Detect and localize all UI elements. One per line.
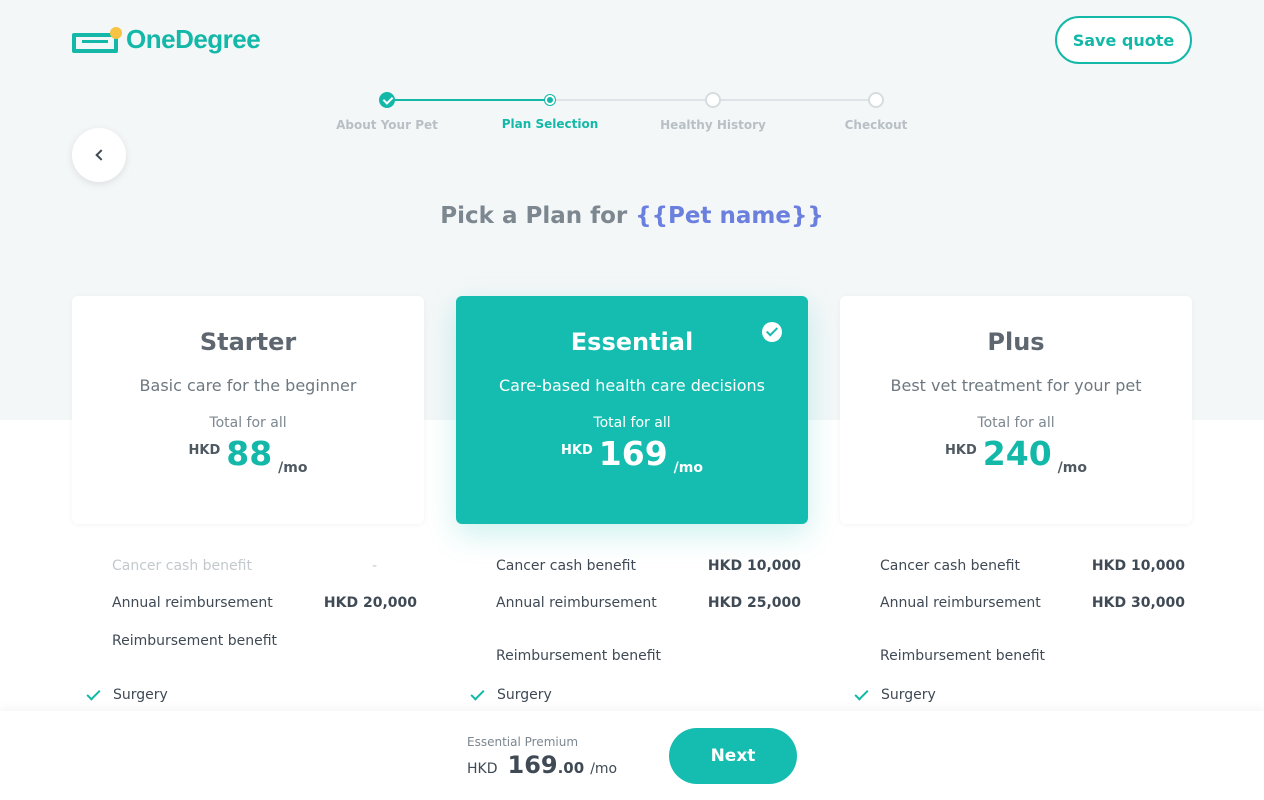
check-icon [854, 685, 869, 701]
step-done-check-icon [379, 92, 395, 108]
plan-period: /mo [1057, 460, 1087, 476]
step-label: About Your Pet [336, 118, 438, 132]
benefit-item-label: Surgery [497, 687, 552, 703]
step-about-your-pet[interactable]: About Your Pet [312, 90, 462, 132]
plan-amount: 88 [226, 434, 273, 473]
step-pending-circle-icon [705, 92, 721, 108]
brand-name: OneDegree [126, 24, 261, 54]
check-icon [86, 685, 101, 701]
plan-card-starter[interactable]: Starter Basic care for the beginner Tota… [72, 296, 424, 524]
benefit-label: Annual reimbursement [496, 595, 657, 611]
premium-label: Essential Premium [467, 735, 579, 749]
plan-amount: 169 [598, 434, 668, 473]
plan-name: Plus [987, 328, 1045, 356]
step-pending-circle-icon [868, 92, 884, 108]
next-button[interactable]: Next [669, 728, 797, 784]
benefit-annual-reimbursement: Annual reimbursement HKD 25,000 [496, 595, 801, 611]
benefit-item-label: Surgery [881, 687, 936, 703]
step-label: Healthy History [660, 118, 766, 132]
back-button[interactable] [72, 128, 126, 182]
benefit-label: Annual reimbursement [112, 595, 273, 611]
plan-card-essential[interactable]: Essential Care-based health care decisio… [456, 296, 808, 524]
pet-name-placeholder: {{Pet name}} [635, 203, 824, 229]
benefit-value: HKD 30,000 [1091, 595, 1185, 611]
benefit-item-surgery: Surgery [84, 685, 168, 703]
plan-price: HKD 240 /mo [840, 434, 1192, 476]
benefit-item-label: Surgery [113, 687, 168, 703]
benefit-label: Cancer cash benefit [496, 558, 636, 574]
plan-period: /mo [278, 460, 308, 476]
plan-currency: HKD [188, 443, 221, 458]
step-active-dot-icon [545, 95, 555, 105]
plan-name: Essential [570, 328, 694, 356]
plan-price: HKD 169 /mo [456, 434, 808, 476]
brand-logo[interactable]: OneDegree [72, 24, 261, 55]
premium-decimal: .00 [557, 759, 585, 777]
step-healthy-history[interactable]: Healthy History [638, 90, 788, 132]
plan-period: /mo [673, 460, 703, 476]
plan-description: Care-based health care decisions [499, 376, 765, 395]
benefit-reimbursement-heading: Reimbursement benefit [880, 648, 1046, 664]
plan-name: Starter [199, 328, 297, 356]
plan-card-plus[interactable]: Plus Best vet treatment for your pet Tot… [840, 296, 1192, 524]
premium-currency: HKD [467, 761, 498, 777]
plan-description: Best vet treatment for your pet [890, 376, 1142, 395]
plan-total-label: Total for all [977, 415, 1055, 431]
plan-total-label: Total for all [209, 415, 287, 431]
premium-integer: 169 [507, 751, 558, 779]
premium-amount: HKD 169 .00 /mo [467, 751, 617, 779]
benefit-label: Cancer cash benefit [880, 558, 1020, 574]
page-title-prefix: Pick a Plan for [440, 203, 628, 229]
onedegree-logo-icon [72, 26, 122, 53]
page-title: Pick a Plan for {{Pet name}} [0, 203, 1264, 229]
check-icon [470, 685, 485, 701]
benefit-reimbursement-heading: Reimbursement benefit [496, 648, 662, 664]
plan-amount: 240 [982, 434, 1052, 473]
benefit-value: HKD 10,000 [1091, 558, 1185, 574]
plan-total-label: Total for all [593, 415, 671, 431]
benefit-value: HKD 25,000 [707, 595, 801, 611]
plan-currency: HKD [945, 443, 977, 458]
plan-description: Basic care for the beginner [139, 376, 357, 395]
benefit-item-surgery: Surgery [468, 685, 552, 703]
benefit-annual-reimbursement: Annual reimbursement HKD 20,000 [112, 595, 417, 611]
benefit-cancer-cash: Cancer cash benefit HKD 10,000 [496, 558, 801, 574]
progress-stepper: About Your Pet Plan Selection Healthy Hi… [312, 90, 952, 140]
step-plan-selection[interactable]: Plan Selection [475, 90, 625, 131]
benefit-label: Annual reimbursement [880, 595, 1041, 611]
footer-bar: Essential Premium HKD 169 .00 /mo Next [0, 711, 1264, 800]
step-label: Plan Selection [501, 117, 599, 131]
benefit-reimbursement-heading: Reimbursement benefit [112, 633, 278, 649]
benefit-annual-reimbursement: Annual reimbursement HKD 30,000 [880, 595, 1185, 611]
chevron-left-icon [94, 149, 107, 161]
benefit-label: Cancer cash benefit [112, 558, 252, 574]
selected-check-icon [762, 322, 782, 342]
save-quote-button[interactable]: Save quote [1055, 16, 1192, 64]
benefit-cancer-cash: Cancer cash benefit - [112, 558, 417, 574]
step-label: Checkout [844, 118, 908, 132]
plan-price: HKD 88 /mo [72, 434, 424, 476]
benefit-item-surgery: Surgery [852, 685, 936, 703]
benefit-value: HKD 20,000 [323, 595, 417, 611]
plan-currency: HKD [561, 443, 593, 458]
benefit-value: - [371, 558, 377, 574]
step-checkout[interactable]: Checkout [801, 90, 951, 132]
benefit-value: HKD 10,000 [707, 558, 801, 574]
premium-period: /mo [590, 761, 618, 777]
benefit-cancer-cash: Cancer cash benefit HKD 10,000 [880, 558, 1185, 574]
